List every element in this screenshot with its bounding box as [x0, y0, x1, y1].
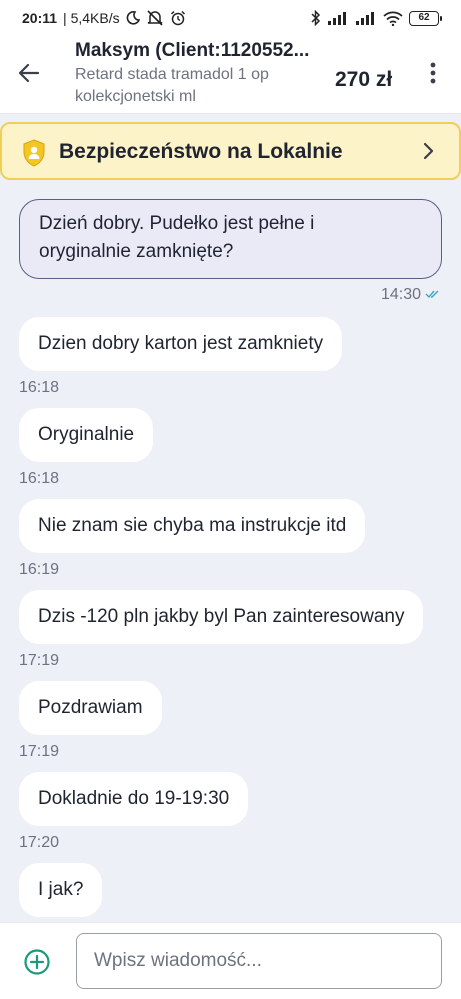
read-check-icon [425, 286, 439, 304]
message-time: 17:19 [19, 652, 60, 669]
listing-price: 270 zł [335, 68, 393, 91]
contact-name: Maksym (Client:1120552... [75, 40, 310, 61]
add-attachment-button[interactable] [24, 949, 50, 975]
chevron-right-icon [422, 142, 434, 165]
message-text: Nie znam sie chyba ma instrukcje itd [38, 515, 347, 536]
banner-title: Bezpieczeństwo na Lokalnie [59, 140, 343, 163]
message-time-outgoing: 14:30 [381, 286, 439, 304]
status-bar: 20:11 | 5,4KB/s 62 [0, 0, 461, 36]
shield-icon [22, 139, 46, 172]
message-incoming[interactable]: I jak? [19, 863, 103, 917]
mute-icon [146, 10, 164, 26]
chat-area[interactable]: Bezpieczeństwo na Lokalnie Dzień dobry. … [0, 114, 461, 922]
message-time: 16:18 [19, 470, 60, 487]
moon-icon [126, 11, 140, 25]
message-time: 16:19 [19, 561, 60, 578]
contact-info[interactable]: Maksym (Client:1120552... Retard stada t… [75, 40, 325, 108]
message-incoming[interactable]: Oryginalnie [19, 408, 154, 462]
message-time: 14:30 [381, 286, 422, 303]
message-text: Oryginalnie [38, 424, 135, 445]
message-time: 17:19 [19, 743, 60, 760]
more-options-button[interactable] [420, 58, 446, 88]
message-incoming[interactable]: Dokladnie do 19-19:30 [19, 772, 249, 826]
message-time: 17:20 [19, 834, 60, 851]
message-text: Dzien dobry karton jest zamkniety [38, 333, 324, 354]
message-incoming[interactable]: Dzien dobry karton jest zamkniety [19, 317, 343, 371]
listing-title-line1: Retard stada tramadol 1 op [75, 66, 269, 83]
message-compose-bar [0, 922, 461, 999]
message-text: Dzis -120 pln jakby byl Pan zainteresowa… [38, 606, 405, 627]
more-vert-icon [430, 62, 436, 84]
message-incoming[interactable]: Pozdrawiam [19, 681, 162, 735]
signal-icon [327, 11, 349, 25]
message-text: Pozdrawiam [38, 697, 143, 718]
back-button[interactable] [14, 58, 44, 88]
add-circle-icon [24, 949, 50, 975]
battery-icon: 62 [409, 10, 442, 26]
wifi-icon [383, 11, 403, 26]
safety-banner[interactable]: Bezpieczeństwo na Lokalnie [0, 122, 461, 180]
arrow-back-icon [18, 63, 40, 83]
message-text-line1: Dzień dobry. Pudełko jest pełne i [39, 213, 315, 234]
listing-title-line2: kolekcjonetski ml [75, 88, 196, 105]
status-time: 20:11 [22, 10, 58, 26]
chat-header: Maksym (Client:1120552... Retard stada t… [0, 36, 461, 114]
message-incoming[interactable]: Nie znam sie chyba ma instrukcje itd [19, 499, 366, 553]
bluetooth-icon [311, 10, 321, 26]
message-input[interactable] [76, 933, 442, 989]
message-incoming[interactable]: Dzis -120 pln jakby byl Pan zainteresowa… [19, 590, 424, 644]
network-speed: | 5,4KB/s [63, 10, 120, 26]
message-time: 16:18 [19, 379, 60, 396]
signal-icon [355, 11, 377, 25]
message-text: Dokladnie do 19-19:30 [38, 788, 230, 809]
message-text-line2: oryginalnie zamknięte? [39, 241, 234, 262]
message-outgoing[interactable]: Dzień dobry. Pudełko jest pełne i orygin… [19, 199, 442, 279]
message-text: I jak? [38, 879, 84, 900]
alarm-icon [170, 10, 186, 26]
